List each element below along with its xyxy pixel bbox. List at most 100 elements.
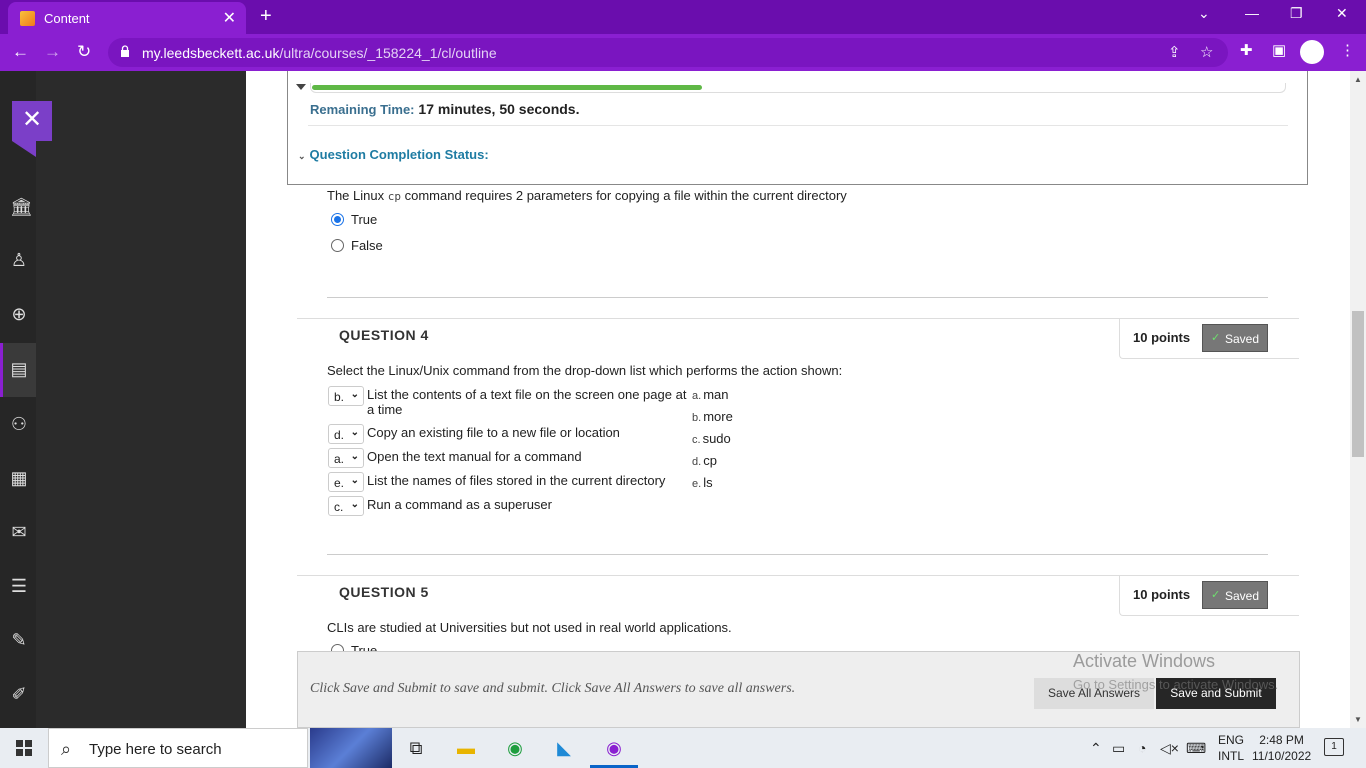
windows-taskbar: ⌕ Type here to search ⧉ ▬ ◉ ◣ ◉ ⌃ ▭ ◔ ◁×…	[0, 728, 1366, 768]
tab-title: Content	[44, 11, 90, 26]
address-bar[interactable]: my.leedsbeckett.ac.uk/ultra/courses/_158…	[108, 38, 1228, 67]
close-panel-tail	[12, 141, 36, 157]
chevron-down-icon: ⌄	[350, 389, 359, 400]
q5-header: QUESTION 5 10 points ✓ Saved	[297, 575, 1299, 616]
scrollbar-thumb[interactable]	[1352, 311, 1364, 457]
divider	[327, 297, 1268, 298]
question-title: QUESTION 5	[339, 584, 429, 600]
language-indicator[interactable]: ENG INTL	[1218, 732, 1244, 764]
chevron-down-icon: ⌄	[350, 451, 359, 462]
browser-tab[interactable]: Content ✕	[8, 2, 246, 34]
chrome-icon[interactable]: ◉	[503, 736, 527, 760]
answer-select[interactable]: d. ⌄	[328, 424, 364, 444]
close-window-icon[interactable]: ✕	[1336, 5, 1348, 22]
check-icon: ✓	[1211, 332, 1221, 344]
q4-prompt: Select the Linux/Unix command from the d…	[327, 363, 843, 378]
keyboard-icon[interactable]: ⌨	[1186, 740, 1206, 757]
windows-start-icon[interactable]	[16, 740, 32, 756]
tab-search-icon[interactable]: ⌄	[1198, 5, 1210, 22]
radio-button[interactable]	[331, 213, 344, 226]
battery-icon[interactable]: ▭	[1112, 740, 1125, 757]
footer-instructions: Click Save and Submit to save and submit…	[310, 681, 796, 696]
institution-icon[interactable]: 🏛	[10, 198, 33, 216]
lock-icon	[121, 45, 129, 57]
favicon-icon	[20, 11, 35, 26]
q4-header: QUESTION 4 10 points ✓ Saved	[297, 318, 1299, 359]
notifications-icon[interactable]: 1	[1324, 738, 1344, 756]
answer-option: c. sudo	[692, 431, 731, 446]
messages-icon[interactable]: ✉	[10, 523, 28, 541]
answer-select[interactable]: c. ⌄	[328, 496, 364, 516]
completion-status-toggle[interactable]: ⌄ Question Completion Status:	[298, 147, 489, 162]
collapse-triangle-icon[interactable]	[296, 84, 306, 90]
answer-select[interactable]: e. ⌄	[328, 472, 364, 492]
q5-points-box: 10 points ✓ Saved	[1119, 576, 1299, 616]
url-text: my.leedsbeckett.ac.uk/ultra/courses/_158…	[142, 45, 497, 61]
calendar-icon[interactable]: ▦	[10, 469, 28, 487]
answer-select[interactable]: a. ⌄	[328, 448, 364, 468]
radio-button[interactable]	[331, 239, 344, 252]
menu-kebab-icon[interactable]: ⋮	[1340, 41, 1355, 59]
edit-icon[interactable]: ✐	[10, 685, 28, 703]
minimize-icon[interactable]: —	[1245, 5, 1259, 21]
answer-option: b. more	[692, 409, 733, 424]
back-icon[interactable]: ←	[12, 42, 29, 62]
file-explorer-icon[interactable]: ▬	[454, 736, 478, 760]
scroll-down-icon[interactable]: ▼	[1354, 715, 1362, 724]
taskbar-search[interactable]: ⌕ Type here to search	[48, 728, 308, 768]
check-icon: ✓	[1211, 589, 1221, 601]
answer-select[interactable]: b. ⌄	[328, 386, 364, 406]
q5-prompt: CLIs are studied at Universities but not…	[327, 620, 732, 635]
answer-option: e. ls	[692, 475, 713, 490]
browser-toolbar: ← → ↻ my.leedsbeckett.ac.uk/ultra/course…	[0, 34, 1366, 71]
vscode-icon[interactable]: ◣	[552, 736, 576, 760]
forward-icon[interactable]: →	[44, 42, 61, 62]
globe-icon[interactable]: ⊕	[10, 305, 28, 323]
search-highlight-image[interactable]	[310, 728, 392, 768]
profile-avatar[interactable]	[1300, 40, 1324, 64]
clock[interactable]: 2:48 PM 11/10/2022	[1252, 732, 1311, 764]
remaining-time: Remaining Time: 17 minutes, 50 seconds.	[310, 101, 580, 117]
activate-windows-subtext: Go to Settings to activate Windows.	[1073, 677, 1279, 692]
close-tab-icon[interactable]: ✕	[223, 8, 236, 28]
chevron-down-icon: ⌄	[350, 475, 359, 486]
side-panel-icon[interactable]: ▣	[1272, 41, 1286, 59]
test-content: Remaining Time: 17 minutes, 50 seconds. …	[246, 71, 1350, 728]
q3-prompt: The Linux cp command requires 2 paramete…	[327, 188, 847, 203]
overlay-panel	[36, 71, 246, 728]
page-scrollbar[interactable]: ▲ ▼	[1350, 71, 1366, 728]
restore-icon[interactable]: ❐	[1290, 5, 1303, 22]
chrome-profile-icon[interactable]: ◉	[602, 736, 626, 760]
wifi-icon[interactable]: ◔	[1138, 740, 1146, 756]
groups-icon[interactable]: ⚇	[10, 415, 28, 433]
extensions-icon[interactable]: ✚	[1240, 41, 1253, 59]
chevron-up-icon[interactable]: ⌃	[1090, 740, 1102, 757]
time-progress-fill	[312, 85, 702, 90]
timer-panel: Remaining Time: 17 minutes, 50 seconds. …	[287, 71, 1308, 185]
profile-icon[interactable]: ♙	[10, 251, 28, 269]
chevron-down-icon: ⌄	[350, 499, 359, 510]
grades-icon[interactable]: ☰	[10, 577, 28, 595]
courses-icon[interactable]: ▤	[10, 360, 28, 378]
task-view-icon[interactable]: ⧉	[404, 736, 428, 760]
tools-icon[interactable]: ✎	[10, 631, 28, 649]
reload-icon[interactable]: ↻	[77, 42, 91, 62]
share-icon[interactable]: ⇪	[1168, 43, 1181, 61]
search-icon: ⌕	[61, 739, 72, 759]
scroll-up-icon[interactable]: ▲	[1354, 75, 1362, 84]
saved-badge: ✓ Saved	[1202, 324, 1268, 352]
close-panel-button[interactable]: ✕	[12, 101, 52, 141]
volume-muted-icon[interactable]: ◁×	[1160, 740, 1179, 757]
points-value: 10 points	[1133, 330, 1191, 345]
answer-option: a. man	[692, 387, 729, 402]
bookmark-star-icon[interactable]: ☆	[1200, 43, 1213, 61]
q4-points-box: 10 points ✓ Saved	[1119, 319, 1299, 359]
question-title: QUESTION 4	[339, 327, 429, 343]
activate-windows-watermark: Activate Windows	[1073, 651, 1216, 671]
chevron-down-icon: ⌄	[350, 427, 359, 438]
browser-tabbar: Content ✕ + ⌄ — ❐ ✕	[0, 0, 1366, 34]
new-tab-button[interactable]: +	[260, 5, 272, 28]
saved-badge: ✓ Saved	[1202, 581, 1268, 609]
points-value: 10 points	[1133, 587, 1191, 602]
chevron-down-icon: ⌄	[298, 151, 306, 161]
